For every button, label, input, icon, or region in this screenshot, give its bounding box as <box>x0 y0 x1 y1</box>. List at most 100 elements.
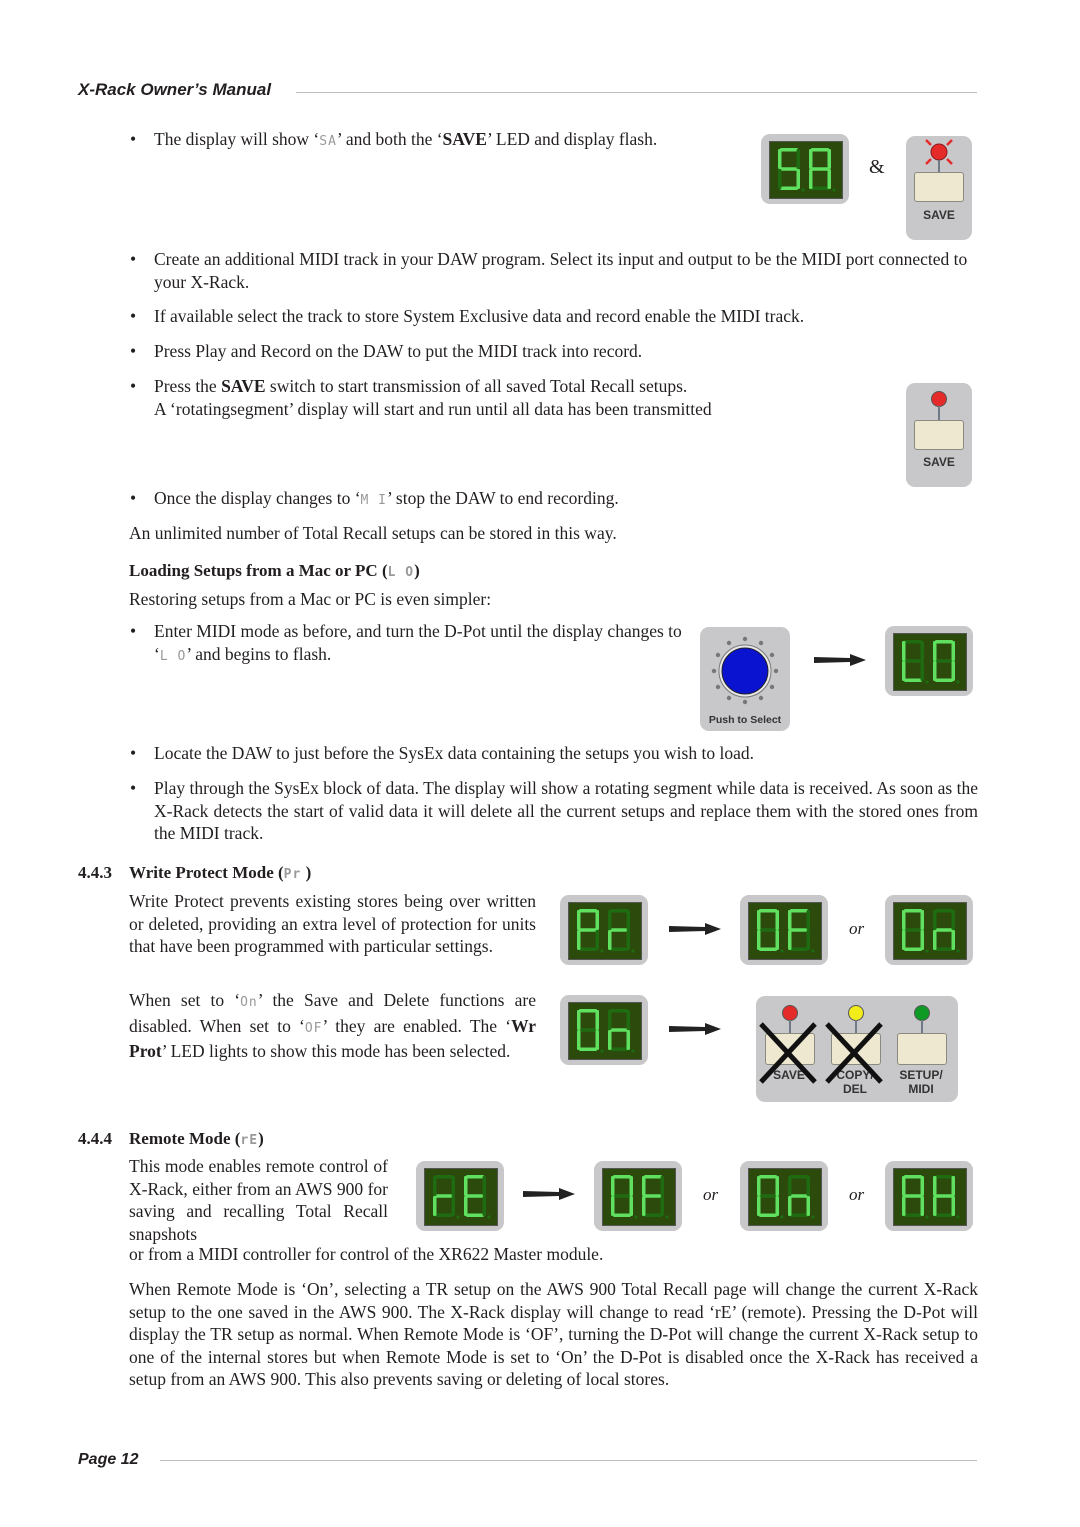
bullet-enter-midi: • Enter MIDI mode as before, and turn the… <box>130 620 684 668</box>
segment-g <box>904 659 922 663</box>
segment-f <box>577 910 581 930</box>
segment-b <box>806 910 810 930</box>
dpot-panel: Push to Select <box>700 627 790 731</box>
bullet-dot: • <box>130 778 137 798</box>
seven-segment-digits <box>902 1175 960 1219</box>
heading-text: Loading Setups from a Mac or PC ( <box>129 561 388 580</box>
section-number: 4.4.4 <box>78 1129 112 1148</box>
text: Create an additional MIDI track in your … <box>154 249 968 292</box>
heading-text: Remote Mode ( <box>129 1129 241 1148</box>
save-key[interactable] <box>914 172 964 202</box>
led-stem <box>938 406 940 420</box>
segment-c <box>775 1196 779 1216</box>
segment-c <box>827 169 831 189</box>
segment-e <box>902 930 906 950</box>
segment-f <box>757 1176 761 1196</box>
led-icon <box>848 1005 864 1021</box>
led-icon <box>914 1005 930 1021</box>
segment-e <box>577 930 581 950</box>
segment-a <box>935 909 953 913</box>
segment-e <box>933 661 937 681</box>
save-button-panel-2: SAVE <box>906 383 972 487</box>
segment-b <box>920 1176 924 1196</box>
segment-code: L O <box>159 648 187 664</box>
display-of <box>740 895 828 965</box>
panel-key-setup[interactable] <box>897 1033 947 1065</box>
segment-e <box>788 1196 792 1216</box>
bullet-dot: • <box>130 249 137 269</box>
segment-d <box>935 947 953 951</box>
segment-d <box>610 1047 628 1051</box>
segment-a <box>579 909 597 913</box>
decimal-point <box>487 1215 491 1219</box>
display-pr <box>560 895 648 965</box>
segment-c <box>806 1196 810 1216</box>
segment-b <box>451 1176 455 1196</box>
text: ’ and both the ‘ <box>336 129 443 149</box>
segment-b <box>626 910 630 930</box>
segment-c <box>796 169 800 189</box>
text: ’ and begins to flash. <box>186 643 332 664</box>
segment-code: OF <box>304 1020 323 1036</box>
segment-d <box>644 1213 662 1217</box>
decimal-point <box>925 680 929 684</box>
seven-segment-digits <box>902 909 960 953</box>
text: Play through the SysEx block of data. Th… <box>154 778 978 843</box>
ampersand: & <box>869 156 885 178</box>
segment-g <box>904 1194 922 1198</box>
segment-f <box>577 1010 581 1030</box>
bullet-locate-daw: • Locate the DAW to just before the SysEx… <box>130 742 978 765</box>
seven-segment-digits <box>577 909 635 953</box>
display-lo <box>885 626 973 696</box>
segment-a <box>466 1175 484 1179</box>
bullet-dot: • <box>130 743 137 763</box>
bullet-display-sa: • The display will show ‘SA’ and both th… <box>130 128 744 154</box>
seven-segment-digits <box>757 1175 815 1219</box>
disabled-cross-icon <box>759 1022 817 1084</box>
text: The display will show ‘ <box>154 129 320 149</box>
segment-g <box>790 928 808 932</box>
bold-text: SAVE <box>221 376 266 396</box>
segment-c <box>920 930 924 950</box>
panel-key-label: SETUP/ MIDI <box>899 1068 943 1096</box>
text: A ‘rotatingsegment’ display will start a… <box>154 398 712 419</box>
bullet-dot: • <box>130 621 137 641</box>
segment-a <box>610 909 628 913</box>
segment-b <box>796 149 800 169</box>
segment-e <box>608 930 612 950</box>
segment-a <box>579 1009 597 1013</box>
heading-remote-number: 4.4.4 <box>78 1129 112 1149</box>
save-key[interactable] <box>914 420 964 450</box>
bullet-select-track: • If available select the track to store … <box>130 305 978 328</box>
decimal-point <box>925 949 929 953</box>
arrow-right-icon <box>669 1023 721 1035</box>
segment-g <box>644 1194 662 1198</box>
decimal-point <box>780 949 784 953</box>
decimal-point <box>832 188 836 192</box>
bullet-press-save: • Press the SAVE switch to start transmis… <box>130 375 854 420</box>
segment-f <box>902 1176 906 1196</box>
decimal-point <box>956 680 960 684</box>
segment-f <box>809 149 813 169</box>
segment-code: On <box>240 995 258 1010</box>
segment-code: rE <box>240 1133 259 1148</box>
segment-c <box>806 930 810 950</box>
segment-d <box>904 947 922 951</box>
heading-text: ) <box>414 561 420 580</box>
segment-code: L O <box>387 565 415 580</box>
segment-d <box>790 1213 808 1217</box>
heading-text: ) <box>258 1129 264 1148</box>
segment-b <box>920 910 924 930</box>
segment-d <box>466 1213 484 1217</box>
display-sa <box>761 134 849 204</box>
segment-a <box>435 1175 453 1179</box>
bullet-play-record: • Press Play and Record on the DAW to put… <box>130 340 978 363</box>
segment-b <box>951 910 955 930</box>
segment-c <box>775 930 779 950</box>
segment-f <box>642 1176 646 1196</box>
dpot-knob-icon[interactable] <box>705 630 785 710</box>
decimal-point <box>811 1215 815 1219</box>
save-button-panel: SAVE <box>906 136 972 240</box>
paragraph-remote-intro-2: or from a MIDI controller for control of… <box>129 1244 604 1264</box>
segment-f <box>902 641 906 661</box>
